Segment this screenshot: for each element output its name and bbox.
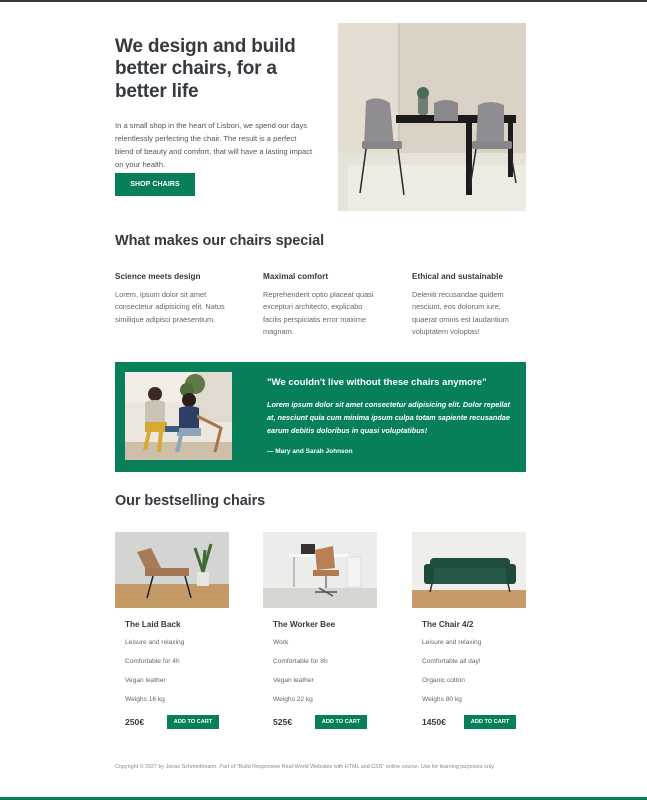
product-price: 1450€	[422, 717, 446, 727]
product-attribute: Weighs 80 kg	[422, 696, 462, 703]
bestselling-section-title: Our bestselling chairs	[115, 493, 266, 509]
feature-comfort: Maximal comfort Reprehenderit optio plac…	[263, 272, 378, 339]
product-attribute: Weighs 22 kg	[273, 696, 313, 703]
special-section-title: What makes our chairs special	[115, 233, 325, 249]
testimonial-author: — Mary and Sarah Johnson	[267, 448, 353, 455]
dining-table-chairs-photo-icon	[338, 23, 526, 211]
feature-title: Maximal comfort	[263, 272, 329, 281]
product-image	[263, 532, 377, 608]
feature-ethical: Ethical and sustainable Deleniti recusan…	[412, 272, 527, 339]
feature-text: Lorem, ipsum dolor sit amet consectetur …	[115, 290, 225, 324]
testimonial-image	[125, 372, 232, 460]
product-name: The Laid Back	[125, 620, 181, 629]
product-attribute: Weighs 16 kg	[125, 696, 165, 703]
feature-title: Ethical and sustainable	[412, 272, 503, 281]
shop-chairs-button[interactable]: SHOP CHAIRS	[115, 173, 195, 196]
product-attribute: Organic cotton	[422, 677, 465, 684]
hero-description: In a small shop in the heart of Lisbon, …	[115, 121, 313, 170]
product-price: 525€	[273, 717, 293, 727]
product-card-laid-back: The Laid Back Leisure and relaxing Comfo…	[115, 532, 229, 729]
green-sofa-photo-icon	[412, 532, 526, 608]
hero-image	[338, 23, 526, 211]
add-to-cart-button[interactable]: ADD TO CART	[315, 715, 367, 729]
hero-title: We design and build better chairs, for a…	[115, 36, 296, 102]
product-attribute: Comfortable all day!	[422, 658, 481, 665]
lounge-chair-photo-icon	[115, 532, 229, 608]
product-attribute: Comfortable for 8h	[273, 658, 328, 665]
testimonial-text: Lorem ipsum dolor sit amet consectetur a…	[267, 400, 510, 435]
product-attribute: Vegan leather	[273, 677, 314, 684]
product-name: The Worker Bee	[273, 620, 336, 629]
product-card-chair-4-2: The Chair 4/2 Leisure and relaxing Comfo…	[412, 532, 526, 729]
product-attribute: Leisure and relaxing	[422, 639, 482, 646]
add-to-cart-button[interactable]: ADD TO CART	[167, 715, 219, 729]
footer-copyright: Copyright © 2027 by Jonas Schmedtmann. P…	[115, 764, 496, 770]
product-attribute: Leisure and relaxing	[125, 639, 185, 646]
product-attribute: Comfortable for 4h	[125, 658, 180, 665]
top-border	[0, 0, 647, 2]
office-chair-photo-icon	[263, 532, 377, 608]
add-to-cart-button[interactable]: ADD TO CART	[464, 715, 516, 729]
feature-title: Science meets design	[115, 272, 201, 281]
product-image	[115, 532, 229, 608]
product-attribute: Vegan leather	[125, 677, 166, 684]
product-price: 250€	[125, 717, 145, 727]
testimonial-banner: "We couldn't live without these chairs a…	[115, 362, 526, 472]
testimonial-quote: "We couldn't live without these chairs a…	[267, 377, 487, 388]
feature-science: Science meets design Lorem, ipsum dolor …	[115, 272, 230, 326]
feature-text: Reprehenderit optio placeat quasi except…	[263, 290, 374, 337]
hero-text: We design and build better chairs, for a…	[115, 36, 315, 171]
product-image	[412, 532, 526, 608]
product-card-worker-bee: The Worker Bee Work Comfortable for 8h V…	[263, 532, 377, 729]
product-name: The Chair 4/2	[422, 620, 474, 629]
product-attribute: Work	[273, 639, 289, 646]
two-women-sitting-photo-icon	[125, 372, 232, 460]
feature-text: Deleniti recusandae quidem nesciunt, eos…	[412, 290, 509, 337]
